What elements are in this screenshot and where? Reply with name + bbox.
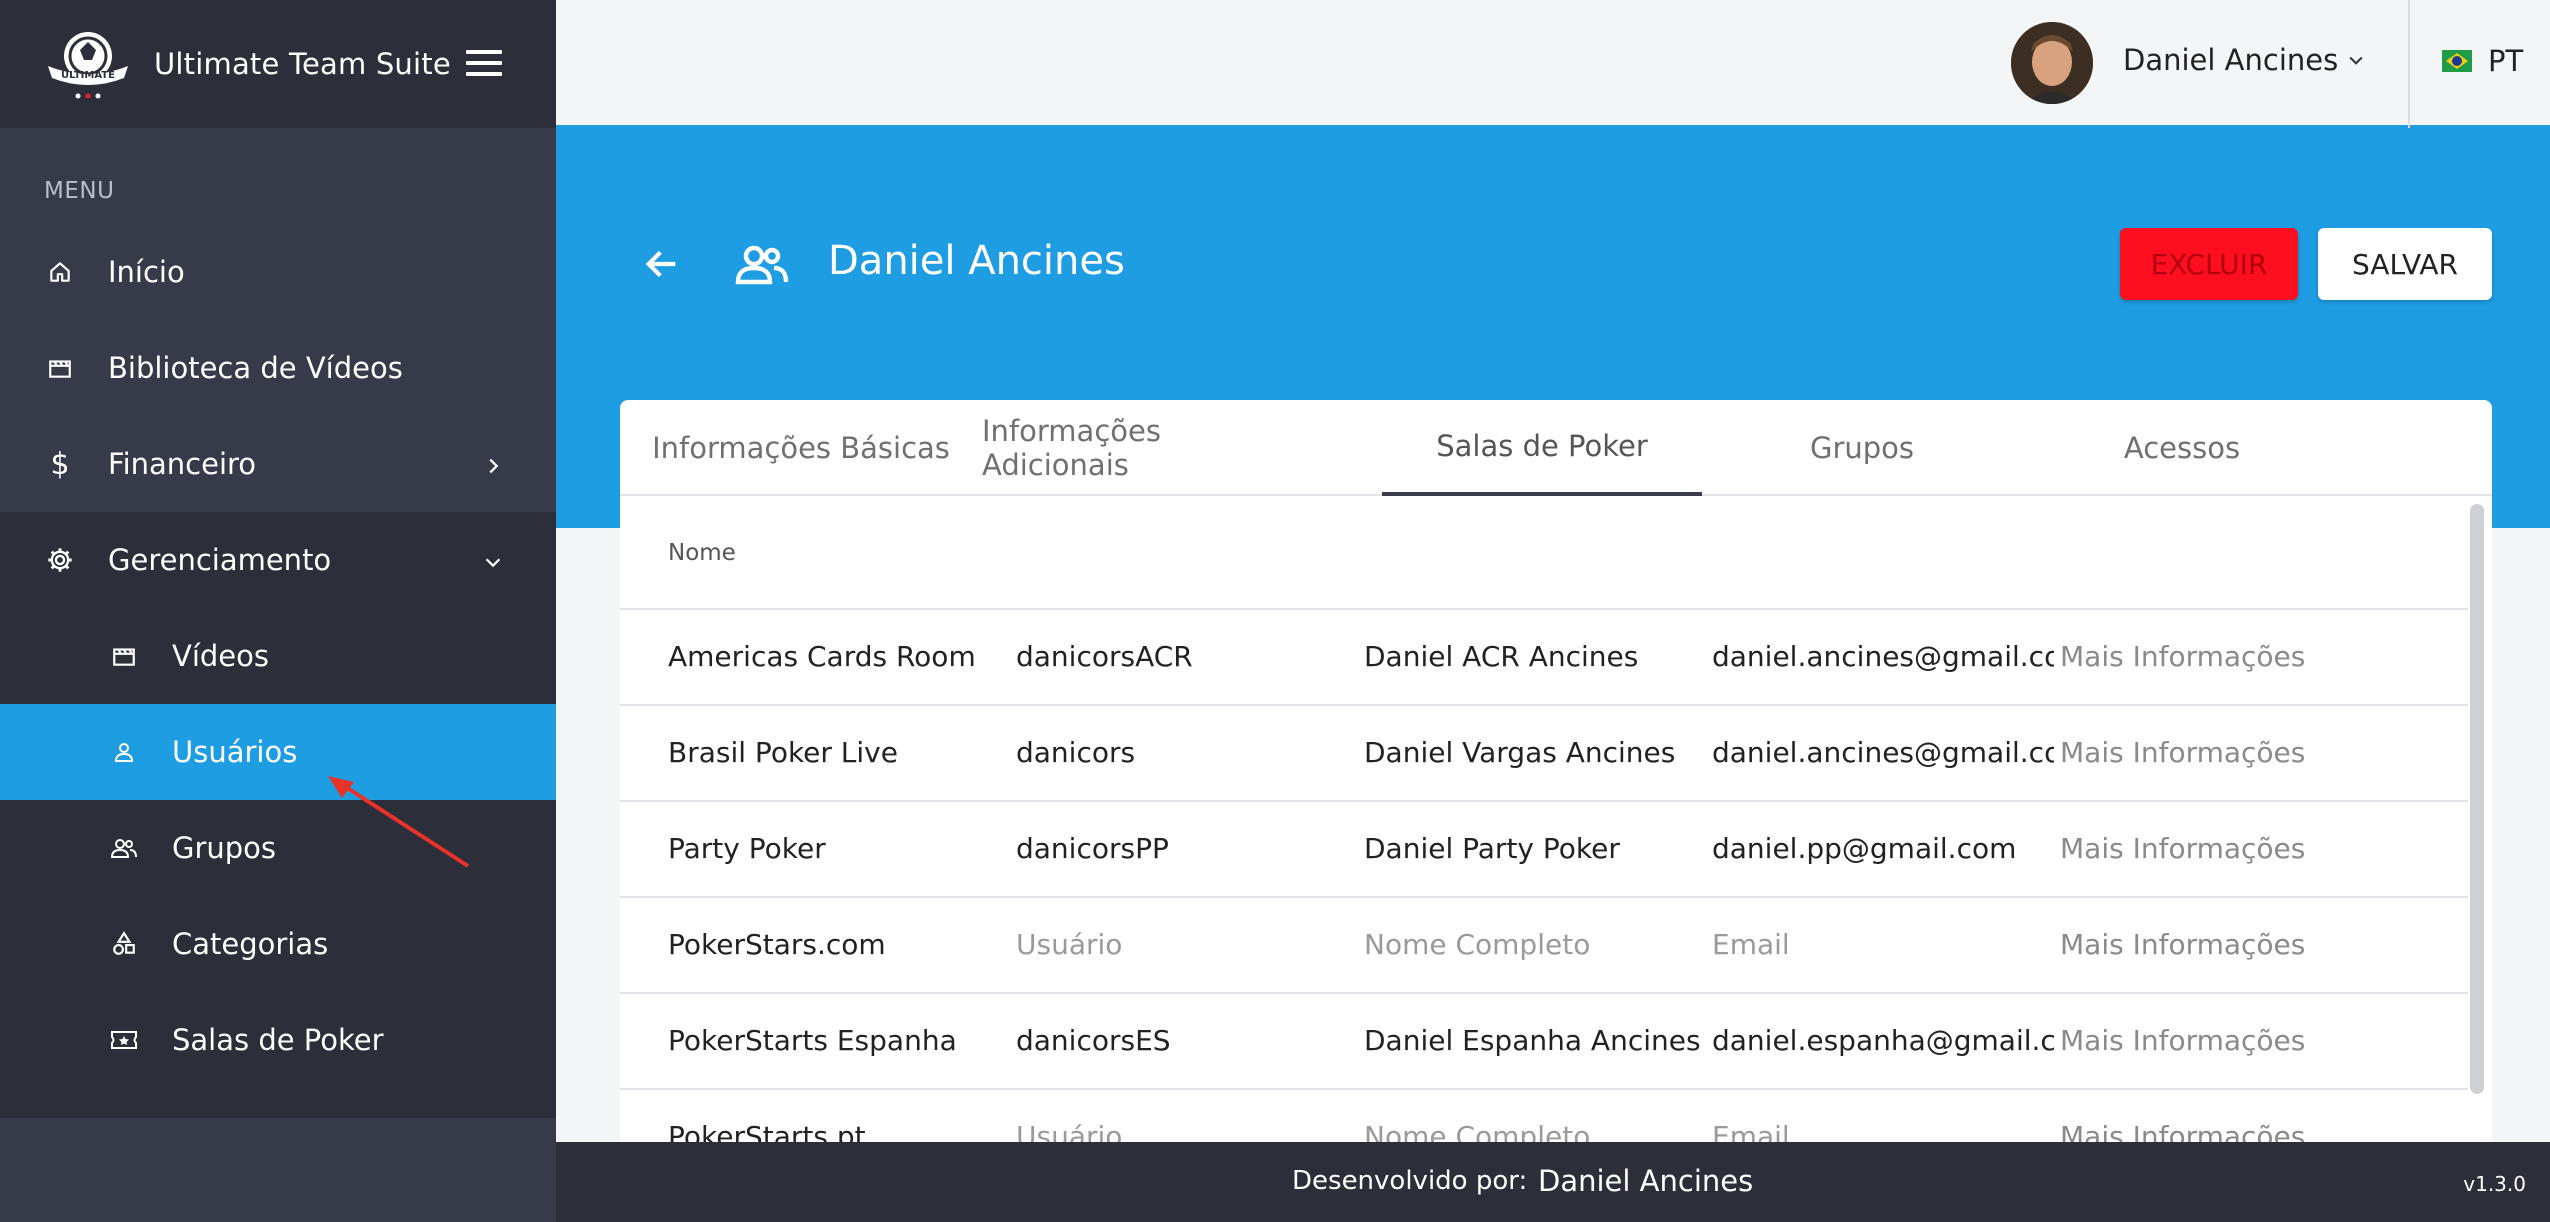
more-info-link[interactable]: Mais Informações (2060, 736, 2360, 769)
tab-informacoes-basicas[interactable]: Informações Básicas (620, 400, 982, 496)
email-field[interactable]: daniel.espanha@gmail.com (1712, 1024, 2054, 1057)
email-field[interactable]: daniel.ancines@gmail.com (1712, 640, 2054, 673)
film-icon (108, 640, 140, 672)
hamburger-menu-icon[interactable] (466, 50, 502, 78)
sidebar-item-label: Gerenciamento (108, 543, 332, 577)
tab-acessos[interactable]: Acessos (2022, 400, 2342, 496)
column-header-nome: Nome (668, 540, 736, 566)
footer-author: Daniel Ancines (1538, 1164, 1754, 1198)
group-icon (734, 240, 790, 292)
room-name: Brasil Poker Live (668, 736, 898, 769)
sidebar-item-label: Categorias (172, 927, 329, 961)
chevron-down-icon[interactable] (2346, 50, 2366, 74)
more-info-link[interactable]: Mais Informações (2060, 1024, 2360, 1057)
sidebar-header: ULTIMATE Ultimate Team Suite (0, 0, 556, 128)
page-title: Daniel Ancines (828, 238, 1125, 284)
sidebar-item-label: Início (108, 255, 185, 289)
tab-grupos[interactable]: Grupos (1702, 400, 2022, 496)
username-field[interactable]: danicorsPP (1016, 832, 1356, 865)
group-icon (108, 832, 140, 864)
sidebar-item-label: Financeiro (108, 447, 257, 481)
film-icon (44, 352, 76, 384)
sidebar-group-footer (0, 1088, 556, 1118)
full-name-field[interactable]: Daniel Vargas Ancines (1364, 736, 1704, 769)
username-field[interactable]: Usuário (1016, 1120, 1356, 1142)
tab-informacoes-adicionais[interactable]: Informações Adicionais (982, 400, 1302, 496)
more-info-link[interactable]: Mais Informações (2060, 928, 2360, 961)
delete-button[interactable]: EXCLUIR (2120, 228, 2298, 300)
version-label: v1.3.0 (2463, 1172, 2526, 1196)
home-icon (44, 256, 76, 288)
language-selector[interactable]: PT (2488, 44, 2523, 78)
divider (2408, 0, 2410, 128)
save-button[interactable]: SALVAR (2318, 228, 2492, 300)
tab-salas-de-poker[interactable]: Salas de Poker (1382, 400, 1702, 496)
tab-bar: Informações Básicas Informações Adiciona… (620, 400, 2492, 496)
sidebar-item-label: Salas de Poker (172, 1023, 384, 1057)
room-name: Americas Cards Room (668, 640, 976, 673)
gear-icon (44, 544, 76, 576)
table-row: Brasil Poker Live danicors Daniel Vargas… (620, 706, 2468, 802)
table-row: PokerStars.com Usuário Nome Completo Ema… (620, 898, 2468, 994)
brazil-flag-icon[interactable] (2442, 50, 2472, 72)
full-name-field[interactable]: Daniel ACR Ancines (1364, 640, 1704, 673)
sidebar-item-label: Biblioteca de Vídeos (108, 351, 403, 385)
user-icon (108, 736, 140, 768)
ticket-icon (108, 1024, 140, 1056)
email-field[interactable]: daniel.pp@gmail.com (1712, 832, 2054, 865)
sidebar-item-categorias[interactable]: Categorias (0, 896, 556, 992)
chevron-down-icon (482, 546, 504, 580)
footer: Desenvolvido por: Daniel Ancines v1.3.0 (556, 1142, 2550, 1222)
app-title: Ultimate Team Suite (154, 47, 451, 81)
avatar[interactable] (2011, 22, 2093, 104)
sidebar-item-gerenciamento[interactable]: Gerenciamento (0, 512, 556, 608)
table-row: Americas Cards Room danicorsACR Daniel A… (620, 610, 2468, 706)
sidebar-item-label: Vídeos (172, 639, 269, 673)
username-field[interactable]: danicorsACR (1016, 640, 1356, 673)
email-field[interactable]: Email (1712, 928, 2054, 961)
room-name: PokerStars.com (668, 928, 886, 961)
full-name-field[interactable]: Nome Completo (1364, 928, 1704, 961)
sidebar-item-label: Grupos (172, 831, 277, 865)
username-field[interactable]: Usuário (1016, 928, 1356, 961)
dollar-icon: $ (50, 446, 70, 482)
sidebar-item-financeiro[interactable]: $ Financeiro (0, 416, 556, 512)
topbar: Daniel Ancines PT (556, 0, 2550, 128)
table-row: PokerStarts.pt Usuário Nome Completo Ema… (620, 1090, 2468, 1142)
sidebar-item-biblioteca[interactable]: Biblioteca de Vídeos (0, 320, 556, 416)
sidebar: ULTIMATE Ultimate Team Suite MENU Início… (0, 0, 556, 1222)
sidebar-item-label: Usuários (172, 735, 298, 769)
email-field[interactable]: Email (1712, 1120, 2054, 1142)
svg-text:ULTIMATE: ULTIMATE (61, 70, 115, 81)
more-info-link[interactable]: Mais Informações (2060, 640, 2360, 673)
sidebar-item-salas-de-poker[interactable]: Salas de Poker (0, 992, 556, 1088)
sidebar-item-inicio[interactable]: Início (0, 224, 556, 320)
username-field[interactable]: danicors (1016, 736, 1356, 769)
username-field[interactable]: danicorsES (1016, 1024, 1356, 1057)
full-name-field[interactable]: Daniel Party Poker (1364, 832, 1704, 865)
more-info-link[interactable]: Mais Informações (2060, 1120, 2360, 1142)
full-name-field[interactable]: Nome Completo (1364, 1120, 1704, 1142)
back-arrow-icon[interactable] (642, 244, 682, 288)
red-arrow-annotation (318, 770, 478, 884)
menu-label: MENU (44, 178, 115, 204)
user-detail-card: Informações Básicas Informações Adiciona… (620, 400, 2492, 1142)
app-logo: ULTIMATE (42, 26, 134, 102)
user-name[interactable]: Daniel Ancines (2123, 43, 2338, 77)
room-name: PokerStarts Espanha (668, 1024, 957, 1057)
scrollbar[interactable] (2470, 504, 2484, 1094)
table-row: Party Poker danicorsPP Daniel Party Poke… (620, 802, 2468, 898)
shapes-icon (108, 928, 140, 960)
room-name: Party Poker (668, 832, 826, 865)
room-name: PokerStarts.pt (668, 1120, 866, 1142)
chevron-right-icon (482, 450, 504, 484)
table-row: PokerStarts Espanha danicorsES Daniel Es… (620, 994, 2468, 1090)
sidebar-item-videos[interactable]: Vídeos (0, 608, 556, 704)
email-field[interactable]: daniel.ancines@gmail.com (1712, 736, 2054, 769)
footer-label: Desenvolvido por: (1292, 1166, 1528, 1196)
more-info-link[interactable]: Mais Informações (2060, 832, 2360, 865)
full-name-field[interactable]: Daniel Espanha Ancines (1364, 1024, 1704, 1057)
